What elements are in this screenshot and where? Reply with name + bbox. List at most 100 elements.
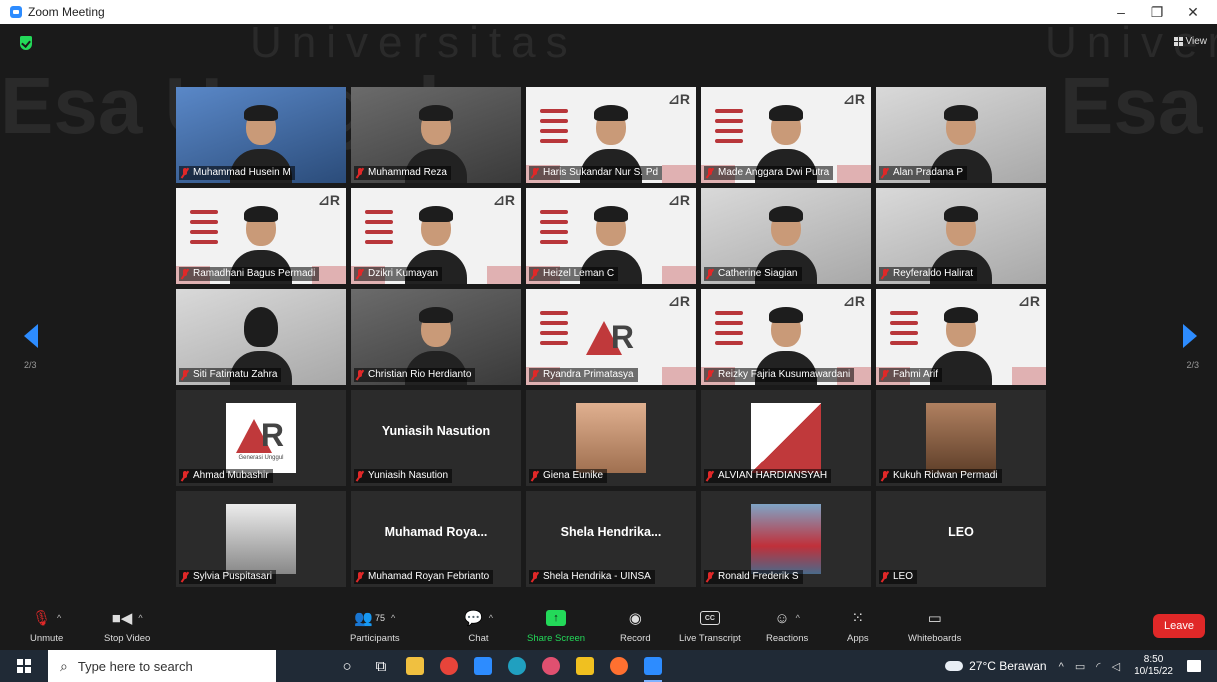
mail-icon[interactable] [466,650,500,682]
chevron-up-icon[interactable]: ^ [138,613,142,623]
profile-avatar: R Generasi Unggul [226,403,296,473]
participant-tile[interactable]: ⊿R Fahmi Arif [876,289,1046,385]
participant-tile[interactable]: ⊿R R Ryandra Primatasya [526,289,696,385]
whiteboard-icon: ▭ [927,610,942,627]
restore-button[interactable]: ❐ [1139,0,1175,24]
chevron-up-icon[interactable]: ^ [391,613,395,623]
search-icon: ⌕ [60,657,68,674]
participant-name-tag: Reizky Fajria Kusumawardani [704,368,855,382]
participant-tile[interactable]: Sylvia Puspitasari [176,491,346,587]
view-button[interactable]: View [1173,36,1207,47]
participant-tile[interactable]: ⊿R Ramadhani Bagus Permadi [176,188,346,284]
stop-video-button[interactable]: ■◀ ^ Stop Video [104,607,150,644]
chat-button[interactable]: 💬 ^ Chat [464,607,493,644]
meeting-toolbar: 🎙︎ ^ Unmute ■◀ ^ Stop Video 👥 75 ^ Participa… [0,601,1217,650]
participant-name: Reizky Fajria Kusumawardani [718,369,851,380]
next-page-arrow-icon[interactable] [1183,324,1197,348]
participants-button[interactable]: 👥 75 ^ Participants [350,607,400,644]
edge-icon[interactable] [500,650,534,682]
paint-icon[interactable] [534,650,568,682]
cortana-icon[interactable]: ○ [330,650,364,682]
close-button[interactable]: ✕ [1175,0,1211,24]
notification-icon[interactable] [1187,660,1201,672]
chevron-up-icon[interactable]: ^ [489,613,493,623]
participant-tile[interactable]: ⊿R Heizel Leman C [526,188,696,284]
participant-tile[interactable]: ⊿R Dzikri Kumayan [351,188,521,284]
participant-tile[interactable]: Siti Fatimatu Zahra [176,289,346,385]
leave-button[interactable]: Leave [1153,614,1205,638]
whiteboards-button[interactable]: ▭ Whiteboards [908,607,961,644]
weather-widget[interactable]: 27°C Berawan [945,659,1047,673]
participant-name-tag: ALVIAN HARDIANSYAH [704,469,832,483]
clock[interactable]: 8:50 10/15/22 [1134,654,1173,678]
window-controls: – ❐ ✕ [1103,0,1211,24]
chrome-icon[interactable] [432,650,466,682]
muted-mic-icon [181,572,189,582]
participant-tile[interactable]: Reyferaldo Halirat [876,188,1046,284]
muted-mic-icon [356,269,364,279]
participant-tile[interactable]: Yuniasih Nasution Yuniasih Nasution [351,390,521,486]
participant-tile[interactable]: ⊿R Made Anggara Dwi Putra [701,87,871,183]
apps-button[interactable]: ⁙ Apps [847,607,869,644]
participant-tile[interactable]: Kukuh Ridwan Permadi [876,390,1046,486]
muted-mic-icon [881,471,889,481]
chevron-up-icon[interactable]: ^ [796,613,800,623]
participant-name: Made Anggara Dwi Putra [718,167,830,178]
participant-name-tag: Dzikri Kumayan [354,267,443,281]
previous-page-arrow-icon[interactable] [24,324,38,348]
participant-tile[interactable]: ⊿R Reizky Fajria Kusumawardani [701,289,871,385]
file-explorer-icon[interactable] [398,650,432,682]
page-indicator-left: 2/3 [24,360,37,370]
participant-name: Fahmi Arif [893,369,939,380]
participant-name: Siti Fatimatu Zahra [193,369,278,380]
participant-tile[interactable]: R Generasi Unggul Ahmad Mubashir [176,390,346,486]
unmute-button[interactable]: 🎙︎ ^ Unmute [30,607,63,644]
participant-name-tag: Muhammad Reza [354,166,451,180]
participant-tile[interactable]: Catherine Siagian [701,188,871,284]
reactions-button[interactable]: ☺ ^ Reactions [766,607,808,645]
participant-name-tag: Made Anggara Dwi Putra [704,166,834,180]
participant-gallery: Muhammad Husein M Muhammad Reza ⊿R Haris Su… [176,87,1046,587]
participant-name: ALVIAN HARDIANSYAH [718,470,828,481]
record-button[interactable]: ◉ Record [620,607,651,644]
participant-tile[interactable]: Muhammad Reza [351,87,521,183]
participant-tile[interactable]: ALVIAN HARDIANSYAH [701,390,871,486]
record-label: Record [620,633,651,644]
zoom-taskbar-icon[interactable] [636,650,670,682]
participant-tile[interactable]: ⊿R Haris Sukandar Nur S. Pd [526,87,696,183]
minimize-button[interactable]: – [1103,0,1139,24]
tray-icons[interactable]: ^ ▭ ◜ ◁ [1059,660,1124,673]
security-shield-icon[interactable] [20,36,32,50]
participant-tile[interactable]: LEO LEO [876,491,1046,587]
sticky-notes-icon[interactable] [568,650,602,682]
muted-mic-icon [181,168,189,178]
participant-name-tag: Ramadhani Bagus Permadi [179,267,320,281]
participants-label: Participants [350,633,400,644]
firefox-icon[interactable] [602,650,636,682]
background-brand-right-big: Esa [1060,61,1203,150]
profile-avatar [576,403,646,473]
participant-name-tag: Kukuh Ridwan Permadi [879,469,1002,483]
share-screen-button[interactable]: ↑ Share Screen [527,607,585,644]
muted-mic-icon [706,168,714,178]
chevron-up-icon[interactable]: ^ [57,613,61,623]
live-transcript-button[interactable]: CC Live Transcript [679,607,741,644]
taskbar-search[interactable]: ⌕ Type here to search [48,650,276,682]
profile-avatar [226,504,296,574]
participant-name: Muhamad Royan Febrianto [368,571,490,582]
participant-tile[interactable]: Christian Rio Herdianto [351,289,521,385]
unmute-label: Unmute [30,633,64,644]
participant-tile[interactable]: Muhamad Roya... Muhamad Royan Febrianto [351,491,521,587]
live-transcript-label: Live Transcript [679,633,741,644]
participant-name-tag: Reyferaldo Halirat [879,267,978,281]
share-screen-label: Share Screen [527,633,586,644]
participant-tile[interactable]: Ronald Frederik S [701,491,871,587]
start-button[interactable] [0,650,48,682]
task-view-icon[interactable]: ⧉ [364,650,398,682]
muted-mic-icon [181,269,189,279]
participant-tile[interactable]: Giena Eunike [526,390,696,486]
participant-tile[interactable]: Muhammad Husein M [176,87,346,183]
participant-tile[interactable]: Shela Hendrika... Shela Hendrika - UINSA [526,491,696,587]
participant-name-tag: Fahmi Arif [879,368,943,382]
participant-tile[interactable]: Alan Pradana P [876,87,1046,183]
